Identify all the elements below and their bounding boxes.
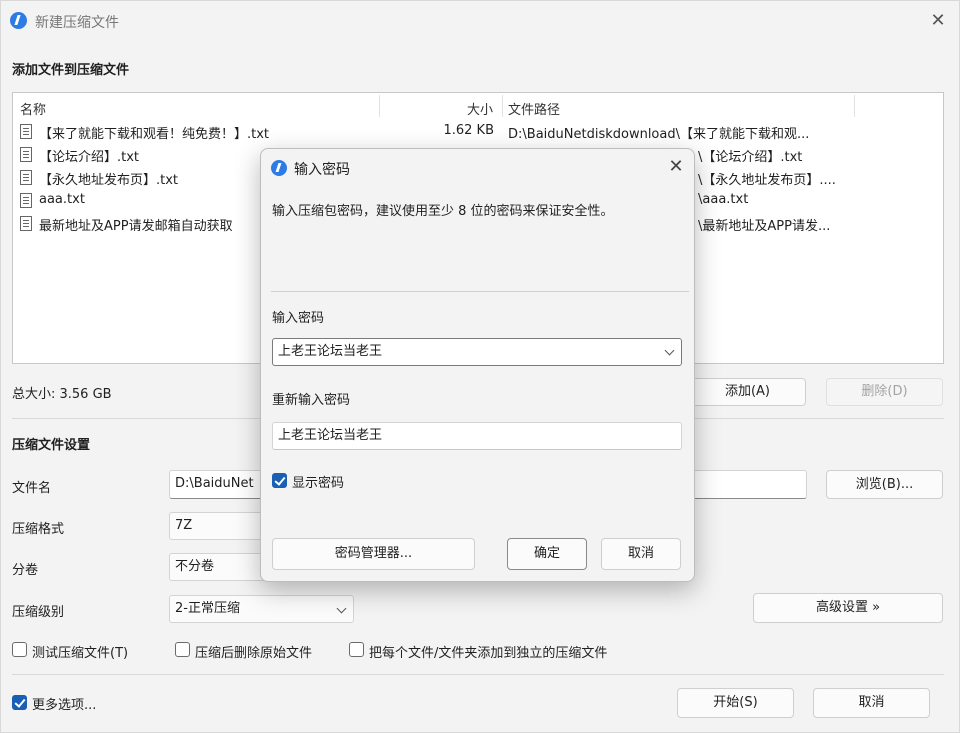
text-file-icon	[20, 193, 32, 208]
close-icon[interactable]: ✕	[927, 10, 949, 32]
divider	[12, 674, 944, 675]
column-header-size[interactable]: 大小	[467, 99, 493, 118]
filename-label: 文件名	[12, 481, 52, 496]
browse-button[interactable]: 浏览(B)...	[826, 470, 943, 499]
file-size: 1.62 KB	[443, 123, 494, 138]
password-field[interactable]: 上老王论坛当老王	[272, 338, 682, 366]
format-select[interactable]: 7Z	[169, 512, 269, 540]
file-path: \aaa.txt	[698, 192, 749, 207]
more-options-checkbox[interactable]	[12, 695, 27, 710]
file-path: D:\BaiduNetdiskdownload\【来了就能下载和观...	[508, 127, 810, 142]
file-name: 【论坛介绍】.txt	[39, 150, 140, 165]
column-divider[interactable]	[379, 95, 380, 117]
close-icon[interactable]: ✕	[665, 156, 687, 178]
dialog-title: 输入密码	[294, 162, 350, 178]
level-select[interactable]: 2-正常压缩	[169, 595, 354, 623]
show-password-checkbox[interactable]	[272, 473, 287, 488]
text-file-icon	[20, 124, 32, 139]
level-label: 压缩级别	[12, 605, 65, 620]
delete-after-label[interactable]: 压缩后删除原始文件	[195, 642, 312, 661]
column-header-path[interactable]: 文件路径	[508, 99, 560, 118]
password-label: 输入密码	[272, 311, 325, 326]
reenter-password-field[interactable]: 上老王论坛当老王	[272, 422, 682, 450]
window-title: 新建压缩文件	[35, 15, 119, 31]
volume-label: 分卷	[12, 563, 39, 578]
file-name: 【永久地址发布页】.txt	[39, 173, 179, 188]
app-logo-icon	[271, 160, 287, 176]
more-options-label[interactable]: 更多选项...	[32, 694, 96, 713]
dialog-message: 输入压缩包密码，建议使用至少 8 位的密码来保证安全性。	[272, 204, 614, 219]
test-archive-checkbox[interactable]	[12, 642, 27, 657]
volume-select[interactable]: 不分卷	[169, 553, 269, 581]
file-path: \【永久地址发布页】....	[698, 173, 836, 188]
format-label: 压缩格式	[12, 522, 65, 537]
password-dialog: 输入密码 ✕ 输入压缩包密码，建议使用至少 8 位的密码来保证安全性。 输入密码…	[260, 148, 695, 582]
column-divider[interactable]	[854, 95, 855, 117]
volume-value: 不分卷	[175, 559, 215, 574]
title-bar: 新建压缩文件 ✕	[1, 1, 959, 41]
separate-archives-label[interactable]: 把每个文件/文件夹添加到独立的压缩文件	[369, 642, 607, 661]
column-divider[interactable]	[502, 95, 503, 117]
chevron-down-icon[interactable]	[664, 345, 675, 356]
test-archive-label[interactable]: 测试压缩文件(T)	[32, 642, 128, 661]
text-file-icon	[20, 147, 32, 162]
reenter-password-label: 重新输入密码	[272, 393, 351, 408]
settings-section-heading: 压缩文件设置	[12, 438, 91, 453]
folder-file-icon	[20, 216, 32, 231]
separate-archives-checkbox[interactable]	[349, 642, 364, 657]
delete-after-checkbox[interactable]	[175, 642, 190, 657]
password-value: 上老王论坛当老王	[278, 344, 383, 359]
delete-button[interactable]: 删除(D)	[826, 378, 943, 406]
chevron-down-icon	[336, 603, 347, 614]
ok-button[interactable]: 确定	[507, 538, 587, 570]
file-path: \最新地址及APP请发...	[698, 219, 831, 234]
file-path: \【论坛介绍】.txt	[698, 150, 803, 165]
total-size: 总大小: 3.56 GB	[12, 387, 112, 402]
app-logo-icon	[10, 12, 27, 29]
password-manager-button[interactable]: 密码管理器...	[272, 538, 475, 570]
level-value: 2-正常压缩	[175, 601, 240, 616]
file-name: aaa.txt	[39, 192, 85, 207]
advanced-settings-button[interactable]: 高级设置 »	[753, 593, 943, 623]
divider	[271, 291, 689, 292]
show-password-label[interactable]: 显示密码	[292, 472, 344, 491]
files-section-heading: 添加文件到压缩文件	[12, 63, 130, 78]
file-row[interactable]: 【来了就能下载和观看！纯免费！】.txt 1.62 KB D:\BaiduNet…	[13, 120, 943, 143]
start-button[interactable]: 开始(S)	[677, 688, 794, 718]
file-name: 【来了就能下载和观看！纯免费！】.txt	[39, 127, 270, 142]
text-file-icon	[20, 170, 32, 185]
dialog-cancel-button[interactable]: 取消	[601, 538, 681, 570]
column-header-name[interactable]: 名称	[20, 99, 46, 118]
file-name: 最新地址及APP请发邮箱自动获取	[39, 219, 233, 234]
format-value: 7Z	[175, 518, 193, 533]
cancel-button[interactable]: 取消	[813, 688, 930, 718]
add-button[interactable]: 添加(A)	[689, 378, 806, 406]
